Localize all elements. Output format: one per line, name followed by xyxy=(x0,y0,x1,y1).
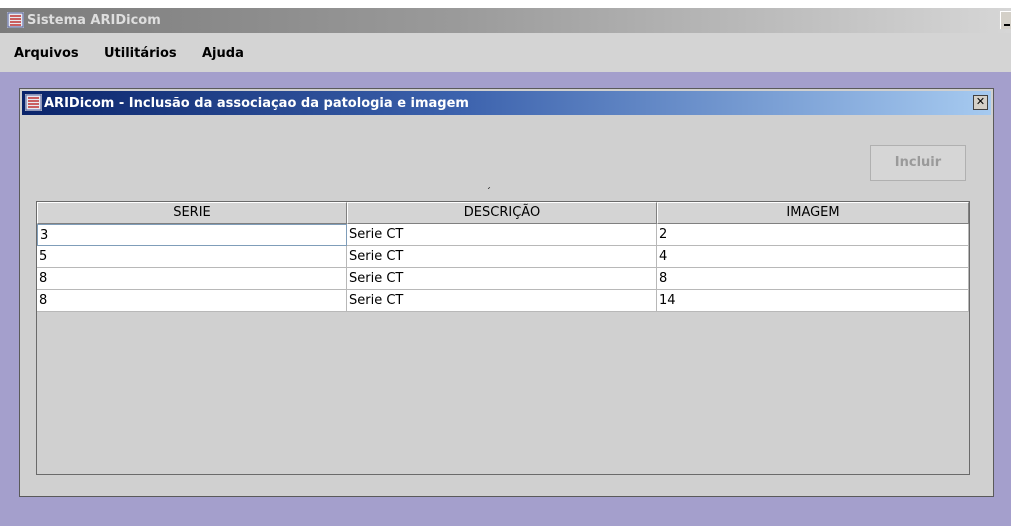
internal-dialog: ARIDicom - Inclusão da associaçao da pat… xyxy=(19,88,994,497)
app-title: Sistema ARIDicom xyxy=(27,13,161,28)
app-titlebar[interactable]: Sistema ARIDicom xyxy=(0,8,1011,33)
cell-serie[interactable]: 8 xyxy=(37,290,347,312)
dialog-logo-icon xyxy=(25,94,42,111)
table-header: SERIE DESCRIÇÃO IMAGEM xyxy=(37,202,969,224)
minimize-button[interactable] xyxy=(1000,11,1011,29)
close-button[interactable]: ✕ xyxy=(973,95,988,110)
table-row[interactable]: 8 Serie CT 14 xyxy=(37,290,969,312)
cell-descricao[interactable]: Serie CT xyxy=(347,246,657,268)
cell-descricao[interactable]: Serie CT xyxy=(347,224,657,246)
cell-imagem[interactable]: 8 xyxy=(657,268,969,290)
column-header-imagem[interactable]: IMAGEM xyxy=(657,202,969,224)
series-table: SERIE DESCRIÇÃO IMAGEM 3 Serie CT 2 5 Se… xyxy=(36,201,970,475)
cell-imagem[interactable]: 4 xyxy=(657,246,969,268)
caret-mark: ˊ xyxy=(486,187,491,198)
menu-arquivos[interactable]: Arquivos xyxy=(14,46,79,61)
cell-imagem[interactable]: 14 xyxy=(657,290,969,312)
cell-descricao[interactable]: Serie CT xyxy=(347,268,657,290)
cell-serie[interactable]: 3 xyxy=(37,224,347,246)
table-row[interactable]: 8 Serie CT 8 xyxy=(37,268,969,290)
table-row[interactable]: 5 Serie CT 4 xyxy=(37,246,969,268)
menu-ajuda[interactable]: Ajuda xyxy=(202,46,244,61)
dialog-titlebar[interactable]: ARIDicom - Inclusão da associaçao da pat… xyxy=(22,91,991,115)
column-header-descricao[interactable]: DESCRIÇÃO xyxy=(347,202,657,224)
table-row[interactable]: 3 Serie CT 2 xyxy=(37,224,969,246)
menu-utilitarios[interactable]: Utilitários xyxy=(104,46,177,61)
cell-descricao[interactable]: Serie CT xyxy=(347,290,657,312)
menubar: Arquivos Utilitários Ajuda xyxy=(0,33,1011,72)
column-header-serie[interactable]: SERIE xyxy=(37,202,347,224)
app-logo-icon xyxy=(7,12,24,28)
incluir-button[interactable]: Incluir xyxy=(870,145,966,181)
dialog-title: ARIDicom - Inclusão da associaçao da pat… xyxy=(44,96,469,111)
cell-serie[interactable]: 8 xyxy=(37,268,347,290)
close-icon: ✕ xyxy=(975,95,986,108)
cell-imagem[interactable]: 2 xyxy=(657,224,969,246)
cell-serie[interactable]: 5 xyxy=(37,246,347,268)
